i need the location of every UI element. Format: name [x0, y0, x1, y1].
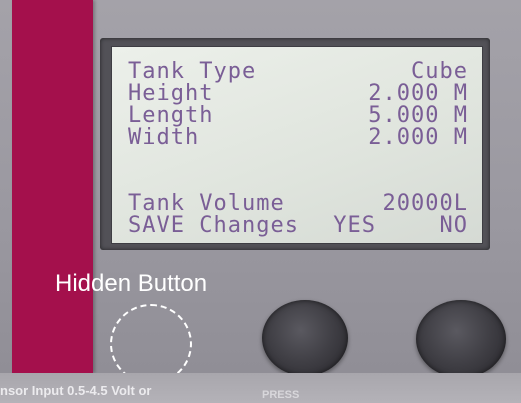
faint-panel-text: PRESS [262, 389, 300, 401]
length-label: Length [128, 103, 214, 128]
length-value: 5.000 M [368, 103, 468, 128]
sensor-input-text: nsor Input 0.5-4.5 Volt or [0, 383, 152, 398]
hidden-button[interactable] [110, 304, 192, 384]
lcd-row-tank-type: Tank Type Cube [128, 61, 468, 83]
lcd-row-save-changes: SAVE Changes YES NO [128, 215, 468, 237]
save-changes-label: SAVE Changes [128, 213, 299, 238]
height-label: Height [128, 81, 214, 106]
accent-strip [12, 0, 93, 373]
tank-volume-label: Tank Volume [128, 191, 285, 216]
width-label: Width [128, 125, 200, 150]
lcd-screen: Tank Type Cube Height 2.000 M Length 5.0… [111, 46, 483, 244]
right-push-button[interactable] [416, 300, 506, 378]
tank-type-label: Tank Type [128, 59, 257, 84]
device-panel: Tank Type Cube Height 2.000 M Length 5.0… [0, 0, 521, 403]
save-no-option: NO [439, 213, 468, 238]
lcd-row-length: Length 5.000 M [128, 105, 468, 127]
lcd-row-height: Height 2.000 M [128, 83, 468, 105]
width-value: 2.000 M [368, 125, 468, 150]
lcd-row-width: Width 2.000 M [128, 127, 468, 149]
hidden-button-label: Hidden Button [55, 270, 208, 297]
tank-volume-value: 20000L [382, 191, 468, 216]
tank-type-value: Cube [411, 59, 468, 84]
save-yes-option: YES [333, 213, 376, 238]
lcd-row-tank-volume: Tank Volume 20000L [128, 193, 468, 215]
height-value: 2.000 M [368, 81, 468, 106]
left-push-button[interactable] [262, 300, 348, 376]
